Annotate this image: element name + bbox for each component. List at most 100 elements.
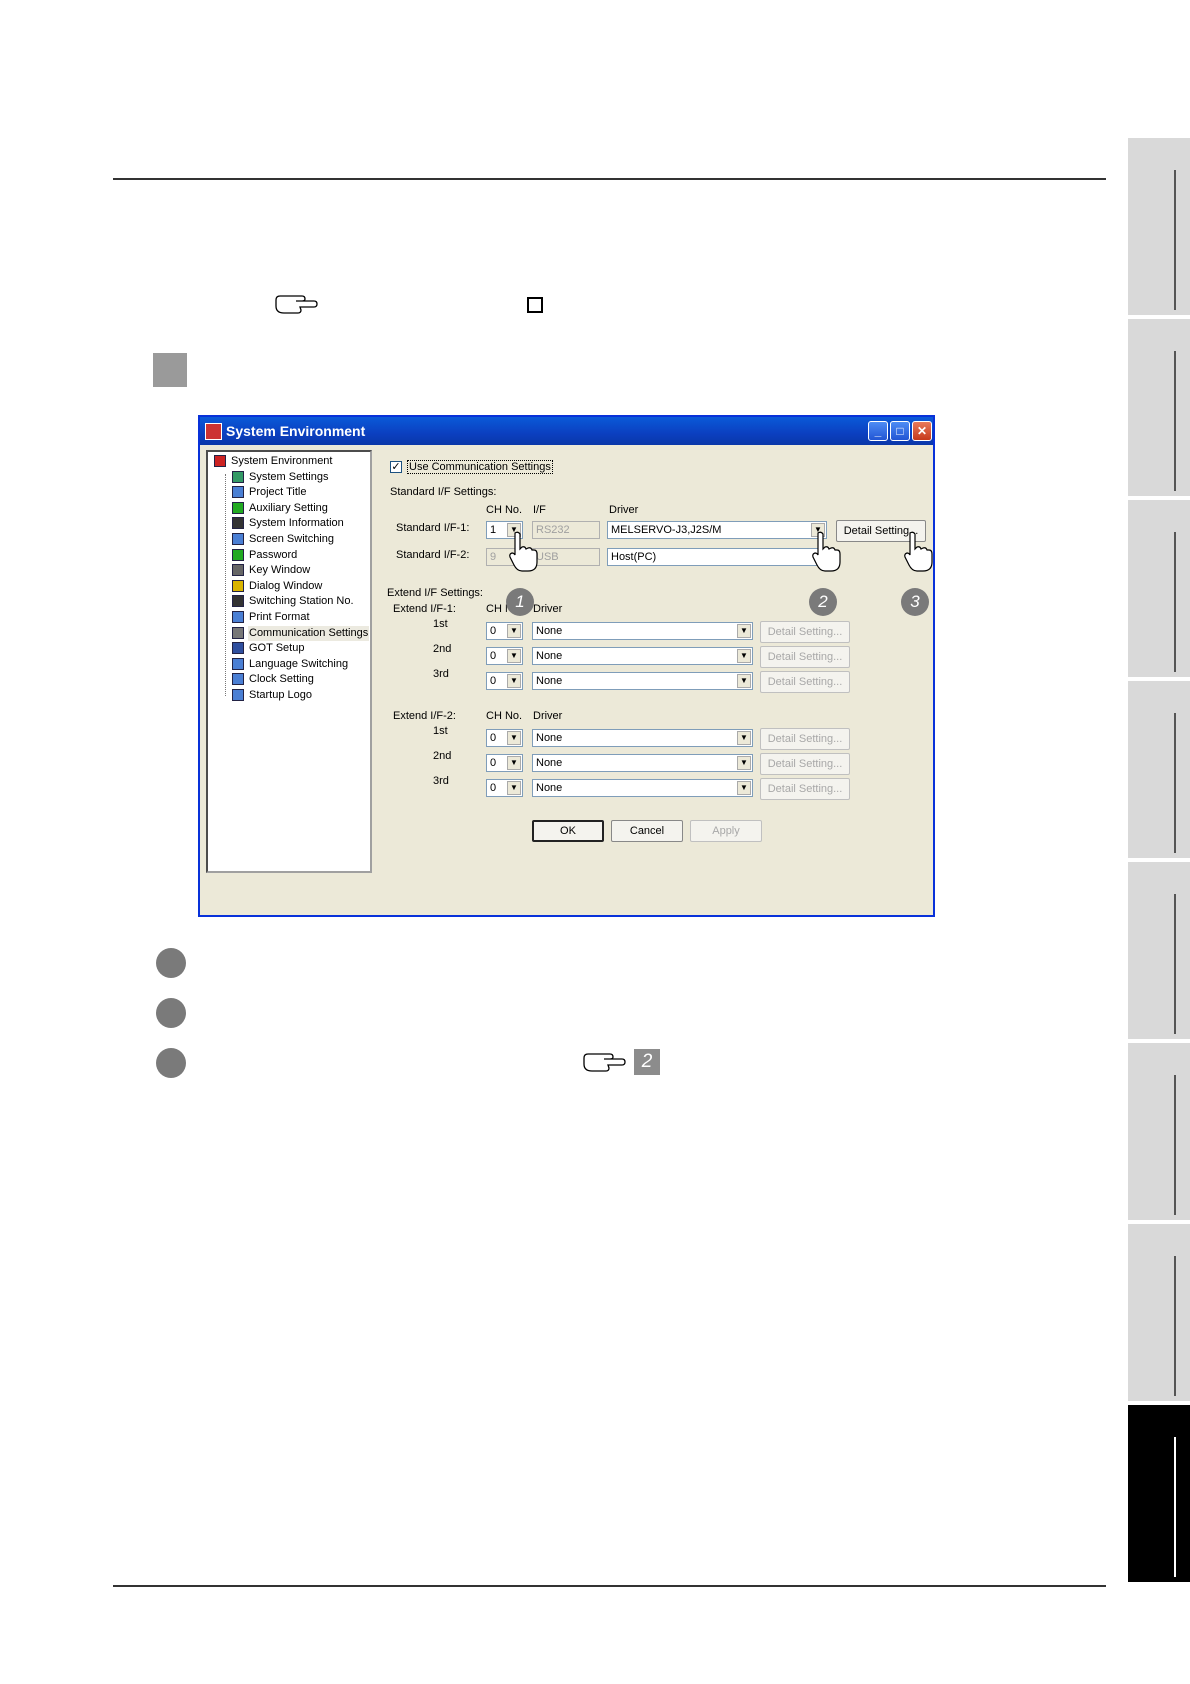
extend_if2-ch-select[interactable]: 0 ▼ — [486, 729, 523, 747]
screen-switching-icon — [232, 533, 244, 545]
callout-2: 2 — [809, 588, 837, 616]
extend_if1-driver-select[interactable]: None ▼ — [532, 672, 753, 690]
extend_if2-detail-setting-button[interactable]: Detail Setting... — [760, 728, 850, 750]
chevron-down-icon[interactable]: ▼ — [737, 731, 751, 745]
print-format-icon — [232, 611, 244, 623]
chevron-down-icon[interactable]: ▼ — [507, 756, 521, 770]
extend_if1-driver-select[interactable]: None ▼ — [532, 622, 753, 640]
extend_if1-driver-select[interactable]: None ▼ — [532, 647, 753, 665]
extend_if2-driver-select[interactable]: None ▼ — [532, 729, 753, 747]
language-switching-icon — [232, 657, 244, 670]
chevron-down-icon[interactable]: ▼ — [507, 649, 521, 663]
chapter-tab-6[interactable] — [1128, 1043, 1190, 1220]
chapter-tab-4[interactable] — [1128, 681, 1190, 858]
standard-if2-driver-field: Host(PC) — [607, 548, 827, 566]
tree-item-label: Key Window — [249, 564, 311, 577]
ok-button[interactable]: OK — [532, 820, 604, 842]
use-communication-settings-checkbox[interactable]: ✓ — [390, 461, 402, 473]
tree-item-label: Project Title — [249, 486, 307, 499]
chevron-down-icon[interactable]: ▼ — [737, 624, 751, 638]
window-title: System Environment — [226, 423, 366, 439]
standard-if1-driver-value: MELSERVO-J3,J2S/M — [611, 524, 722, 536]
key-window-icon — [232, 564, 244, 577]
extend_if1-detail-setting-button[interactable]: Detail Setting... — [760, 646, 850, 668]
tree-item-label: GOT Setup — [249, 642, 305, 655]
standard-if2-label: Standard I/F-2: — [396, 549, 470, 561]
tree-item-label: Clock Setting — [249, 673, 314, 686]
hand-cursor-icon — [812, 531, 841, 572]
extend_if1-ch-select[interactable]: 0 ▼ — [486, 622, 523, 640]
extend_if1-detail-setting-button[interactable]: Detail Setting... — [760, 671, 850, 693]
settings-tree[interactable]: System Environment System Settings Project… — [206, 450, 372, 873]
extend-if2-ch-no-header: CH No. — [486, 710, 523, 722]
chevron-down-icon[interactable]: ▼ — [737, 674, 751, 688]
chevron-down-icon[interactable]: ▼ — [737, 756, 751, 770]
title-bar[interactable]: System Environment _ □ ✕ — [200, 417, 933, 445]
extend-if2-driver-header: Driver — [533, 710, 563, 722]
extend_if1-driver-value: None — [536, 625, 563, 637]
tree-item-label: Communication Settings — [248, 625, 370, 641]
chevron-down-icon[interactable]: ▼ — [507, 674, 521, 688]
standard-if1-driver-select[interactable]: MELSERVO-J3,J2S/M ▼ — [607, 521, 827, 539]
chapter-tab-active[interactable] — [1128, 1405, 1190, 1582]
auxiliary-setting-icon — [232, 501, 244, 514]
chevron-down-icon[interactable]: ▼ — [737, 781, 751, 795]
switching-station-icon — [232, 595, 244, 608]
chapter-tab-3[interactable] — [1128, 500, 1190, 677]
chapter-tab-7[interactable] — [1128, 1224, 1190, 1401]
step-marker — [153, 353, 187, 387]
extend_if2-ch-value: 0 — [490, 782, 497, 794]
close-button[interactable]: ✕ — [912, 421, 932, 441]
extend_if1-driver-value: None — [536, 675, 563, 687]
extend_if2-ch-select[interactable]: 0 ▼ — [486, 754, 523, 772]
item-marker-2 — [156, 998, 186, 1028]
extend_if1-driver-value: None — [536, 650, 563, 662]
item-marker-3 — [156, 1048, 186, 1078]
system-environment-icon — [214, 455, 226, 467]
maximize-button[interactable]: □ — [890, 421, 910, 441]
tree-item-label: Password — [249, 548, 298, 561]
extend_if1-ch-select[interactable]: 0 ▼ — [486, 672, 523, 690]
extend_if1-ch-select[interactable]: 0 ▼ — [486, 647, 523, 665]
chevron-down-icon[interactable]: ▼ — [507, 731, 521, 745]
extend_if2-driver-value: None — [536, 757, 563, 769]
tree-item-label: Dialog Window — [249, 579, 323, 592]
use-communication-settings-label[interactable]: Use Communication Settings — [407, 460, 553, 474]
minimize-button[interactable]: _ — [868, 421, 888, 441]
cancel-button[interactable]: Cancel — [611, 820, 683, 842]
chevron-down-icon[interactable]: ▼ — [507, 624, 521, 638]
section-ref-box — [527, 297, 543, 313]
extend-if-settings-label: Extend I/F Settings: — [387, 587, 483, 599]
standard-driver-header: Driver — [609, 504, 639, 516]
extend_if2-ch-select[interactable]: 0 ▼ — [486, 779, 523, 797]
extend_if2-driver-select[interactable]: None ▼ — [532, 779, 753, 797]
extend_if2-detail-setting-button[interactable]: Detail Setting... — [760, 778, 850, 800]
extend_if2-row-label: 3rd — [433, 775, 449, 787]
extend_if2-detail-setting-button[interactable]: Detail Setting... — [760, 753, 850, 775]
extend_if1-detail-setting-button[interactable]: Detail Setting... — [760, 621, 850, 643]
chapter-tab-5[interactable] — [1128, 862, 1190, 1039]
got-setup-icon — [232, 642, 244, 655]
chevron-down-icon[interactable]: ▼ — [737, 649, 751, 663]
extend_if2-ch-value: 0 — [490, 732, 497, 744]
system-settings-icon — [232, 470, 244, 483]
hand-cursor-icon — [509, 531, 538, 572]
chapter-tab-1[interactable] — [1128, 138, 1190, 315]
system-information-icon — [232, 517, 244, 530]
chapter-tab-2[interactable] — [1128, 319, 1190, 496]
reference-number-box: 2 — [634, 1049, 660, 1075]
tree-item-label: System Settings — [249, 470, 329, 483]
chevron-down-icon[interactable]: ▼ — [507, 781, 521, 795]
extend_if1-row-label: 2nd — [433, 643, 452, 655]
password-icon — [232, 548, 244, 561]
extend-if2-label: Extend I/F-2: — [393, 710, 456, 722]
extend_if1-row-label: 1st — [433, 618, 448, 630]
extend_if2-driver-select[interactable]: None ▼ — [532, 754, 753, 772]
apply-button[interactable]: Apply — [690, 820, 762, 842]
standard-if1-if-field: RS232 — [532, 521, 600, 539]
startup-logo-icon — [232, 689, 244, 701]
callout-3: 3 — [901, 588, 929, 616]
standard-if2-if-field: USB — [532, 548, 600, 566]
extend_if2-ch-value: 0 — [490, 757, 497, 769]
pointing-hand-icon — [583, 1053, 626, 1072]
